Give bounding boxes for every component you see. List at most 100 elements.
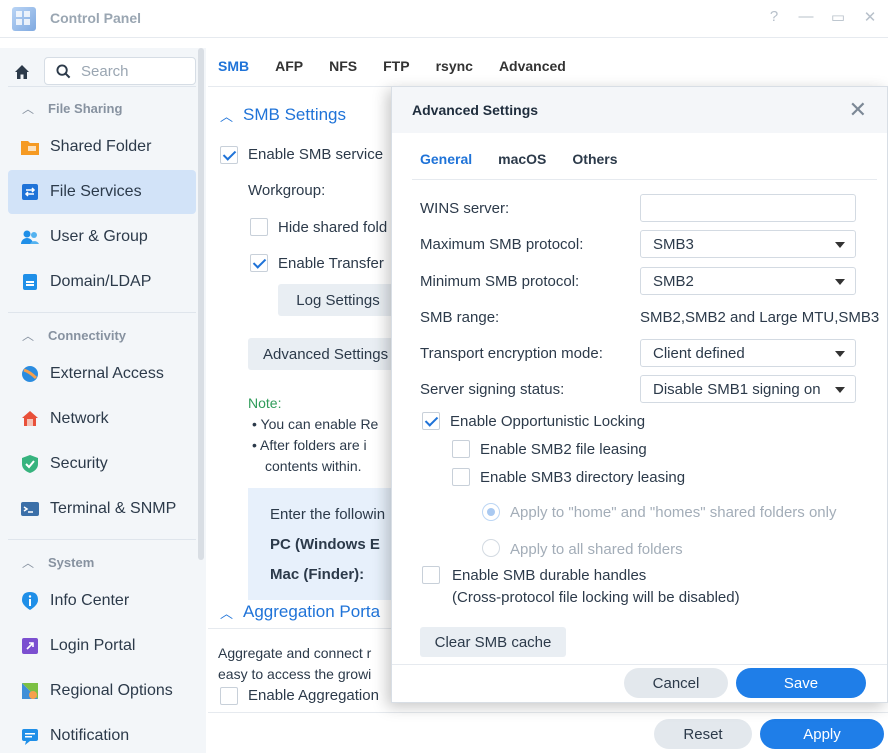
- enable-smb-label: Enable SMB service: [248, 146, 384, 163]
- enable-transfer-log-label: Enable Transfer: [278, 255, 384, 272]
- bottom-action-bar: Reset Apply: [208, 712, 888, 753]
- note-label: Note:: [248, 395, 282, 411]
- clear-smb-cache-button[interactable]: Clear SMB cache: [420, 627, 566, 657]
- opportunistic-locking-checkbox[interactable]: [422, 412, 440, 430]
- sidebar-item-domain-ldap[interactable]: Domain/LDAP: [8, 260, 196, 304]
- smb3-dir-leasing-checkbox[interactable]: [452, 468, 470, 486]
- note-line-3: contents within.: [265, 458, 362, 474]
- sidebar-item-network[interactable]: Network: [8, 397, 196, 441]
- search-input[interactable]: [81, 61, 191, 81]
- apply-all-radio[interactable]: [482, 539, 500, 557]
- control-panel-app-icon: [12, 7, 36, 31]
- file-services-icon: [20, 182, 40, 202]
- info-enter-text: Enter the followin: [270, 506, 386, 523]
- section-connectivity[interactable]: ︿ Connectivity: [22, 327, 126, 344]
- minimize-icon[interactable]: —: [798, 8, 814, 26]
- dropdown-caret-icon: [835, 279, 845, 285]
- sidebar-scrollbar[interactable]: [198, 48, 204, 560]
- sidebar-divider: [8, 539, 196, 540]
- smb2-leasing-checkbox[interactable]: [452, 440, 470, 458]
- chevron-up-icon: ︿: [22, 556, 35, 570]
- cancel-button[interactable]: Cancel: [624, 668, 728, 698]
- close-window-icon[interactable]: ✕: [862, 8, 878, 26]
- section-divider: [208, 628, 398, 629]
- chevron-up-icon: ︿: [22, 329, 35, 343]
- advanced-settings-button[interactable]: Advanced Settings: [248, 338, 398, 370]
- durable-handles-checkbox[interactable]: [422, 566, 440, 584]
- dropdown-caret-icon: [835, 351, 845, 357]
- wins-server-field[interactable]: [640, 194, 856, 222]
- durable-handles-note: (Cross-protocol file locking will be dis…: [452, 589, 740, 606]
- sidebar: ︿File Sharing Shared Folder File Service…: [0, 48, 206, 753]
- min-smb-label: Minimum SMB protocol:: [420, 273, 580, 290]
- smb-range-label: SMB range:: [420, 309, 500, 326]
- maximize-icon[interactable]: ▭: [830, 8, 846, 26]
- section-file-sharing[interactable]: ︿ File Sharing: [22, 100, 122, 117]
- dialog-tabs: General macOS Others: [420, 151, 618, 167]
- sidebar-item-user-group[interactable]: User & Group: [8, 215, 196, 259]
- smb-settings-header[interactable]: ︿ SMB Settings: [220, 105, 346, 125]
- apply-button[interactable]: Apply: [760, 719, 884, 749]
- chevron-up-icon: ︿: [220, 108, 234, 124]
- aggregation-text-1: Aggregate and connect r: [218, 645, 372, 661]
- close-icon[interactable]: ✕: [849, 97, 867, 123]
- sidebar-item-shared-folder[interactable]: Shared Folder: [8, 125, 196, 169]
- smb-range-value: SMB2,SMB2 and Large MTU,SMB3: [640, 309, 880, 326]
- section-system[interactable]: ︿ System: [22, 554, 94, 571]
- dialog-header: Advanced Settings ✕: [392, 87, 887, 133]
- sidebar-item-file-services[interactable]: File Services: [8, 170, 196, 214]
- search-field[interactable]: [44, 57, 196, 85]
- apply-all-label: Apply to all shared folders: [510, 541, 683, 558]
- users-icon: [20, 227, 40, 247]
- smb2-leasing-label: Enable SMB2 file leasing: [480, 441, 647, 458]
- tab-macos[interactable]: macOS: [498, 151, 546, 167]
- tab-others[interactable]: Others: [572, 151, 617, 167]
- service-tabs: SMB AFP NFS FTP rsync Advanced: [218, 58, 566, 74]
- reset-button[interactable]: Reset: [654, 719, 752, 749]
- note-line-2: • After folders are i: [252, 437, 367, 453]
- network-icon: [20, 409, 40, 429]
- help-icon[interactable]: ?: [766, 8, 782, 26]
- aggregation-portal-header[interactable]: ︿ Aggregation Porta: [220, 602, 380, 622]
- enable-smb-checkbox[interactable]: [220, 146, 238, 164]
- enable-aggregation-label: Enable Aggregation: [248, 687, 379, 704]
- signing-status-select[interactable]: Disable SMB1 signing on: [640, 375, 856, 403]
- max-smb-select[interactable]: SMB3: [640, 230, 856, 258]
- sidebar-item-external-access[interactable]: External Access: [8, 352, 196, 396]
- log-settings-button[interactable]: Log Settings: [278, 284, 398, 316]
- terminal-icon: [20, 499, 40, 519]
- sidebar-item-terminal-snmp[interactable]: Terminal & SNMP: [8, 487, 196, 531]
- tab-general[interactable]: General: [420, 151, 472, 167]
- domain-icon: [20, 272, 40, 292]
- tab-afp[interactable]: AFP: [275, 58, 303, 74]
- tab-advanced[interactable]: Advanced: [499, 58, 566, 74]
- durable-handles-label: Enable SMB durable handles: [452, 567, 647, 584]
- sidebar-item-info-center[interactable]: Info Center: [8, 579, 196, 623]
- encryption-mode-select[interactable]: Client defined: [640, 339, 856, 367]
- dialog-tab-divider: [412, 179, 877, 180]
- sidebar-divider: [8, 86, 196, 87]
- sidebar-item-security[interactable]: Security: [8, 442, 196, 486]
- folder-icon: [20, 137, 40, 157]
- home-button[interactable]: [8, 58, 36, 86]
- regional-icon: [20, 681, 40, 701]
- tab-smb[interactable]: SMB: [218, 58, 249, 74]
- signing-status-label: Server signing status:: [420, 381, 565, 398]
- min-smb-select[interactable]: SMB2: [640, 267, 856, 295]
- save-button[interactable]: Save: [736, 668, 866, 698]
- sidebar-item-login-portal[interactable]: Login Portal: [8, 624, 196, 668]
- smb3-dir-leasing-label: Enable SMB3 directory leasing: [480, 469, 686, 486]
- sidebar-item-regional-options[interactable]: Regional Options: [8, 669, 196, 713]
- enable-aggregation-checkbox[interactable]: [220, 687, 238, 705]
- tab-nfs[interactable]: NFS: [329, 58, 357, 74]
- wins-server-input[interactable]: [653, 195, 855, 221]
- tab-ftp[interactable]: FTP: [383, 58, 409, 74]
- opportunistic-locking-label: Enable Opportunistic Locking: [450, 413, 646, 430]
- apply-home-radio[interactable]: [482, 503, 500, 521]
- hide-shared-folders-checkbox[interactable]: [250, 218, 268, 236]
- tab-rsync[interactable]: rsync: [436, 58, 473, 74]
- info-pc-label: PC (Windows E: [270, 536, 380, 553]
- enable-transfer-log-checkbox[interactable]: [250, 254, 268, 272]
- external-access-icon: [20, 364, 40, 384]
- sidebar-item-notification[interactable]: Notification: [8, 714, 196, 753]
